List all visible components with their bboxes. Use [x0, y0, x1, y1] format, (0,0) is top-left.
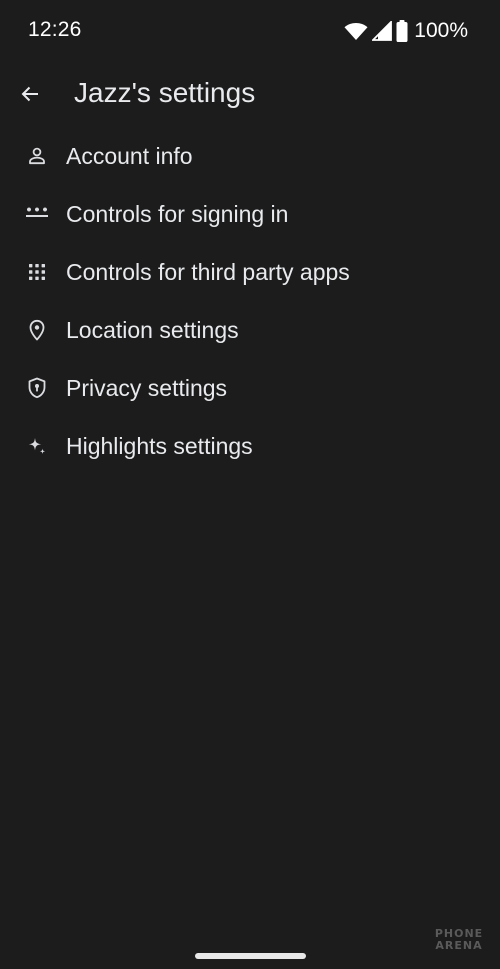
status-time: 12:26 — [28, 18, 82, 41]
password-icon — [25, 202, 49, 226]
settings-item-label: Privacy settings — [66, 374, 228, 401]
gesture-navigation-handle[interactable] — [195, 953, 306, 959]
back-button[interactable] — [12, 76, 48, 112]
app-bar: Jazz's settings — [0, 64, 500, 124]
watermark-line-2: ARENA — [435, 939, 483, 952]
settings-item-label: Location settings — [66, 316, 239, 343]
person-icon — [25, 144, 49, 168]
battery-percentage: 100% — [414, 19, 468, 42]
settings-item-account-info[interactable]: Account info — [0, 127, 500, 185]
settings-item-label: Controls for third party apps — [66, 258, 350, 285]
location-pin-icon — [25, 318, 49, 342]
cellular-signal-icon — [372, 21, 393, 41]
settings-item-location[interactable]: Location settings — [0, 301, 500, 359]
settings-item-third-party-apps[interactable]: Controls for third party apps — [0, 243, 500, 301]
settings-item-privacy[interactable]: Privacy settings — [0, 359, 500, 417]
wifi-icon — [344, 21, 368, 41]
apps-grid-icon — [25, 260, 49, 284]
sparkle-icon — [25, 434, 49, 458]
battery-icon — [396, 20, 408, 42]
status-bar: 12:26 100% — [0, 0, 500, 62]
status-icons: 100% — [344, 18, 468, 44]
page-title: Jazz's settings — [74, 77, 256, 108]
settings-item-signing-in[interactable]: Controls for signing in — [0, 185, 500, 243]
settings-list: Account info Controls for signing in Con… — [0, 127, 500, 475]
screen: 12:26 100% Jazz's settings Account info … — [0, 0, 500, 969]
settings-item-label: Controls for signing in — [66, 200, 289, 227]
privacy-shield-icon — [25, 376, 49, 400]
settings-item-label: Highlights settings — [66, 432, 253, 459]
arrow-back-icon — [20, 84, 40, 104]
settings-item-label: Account info — [66, 142, 193, 169]
watermark-logo: PHONE ARENA — [432, 928, 486, 952]
settings-item-highlights[interactable]: Highlights settings — [0, 417, 500, 475]
